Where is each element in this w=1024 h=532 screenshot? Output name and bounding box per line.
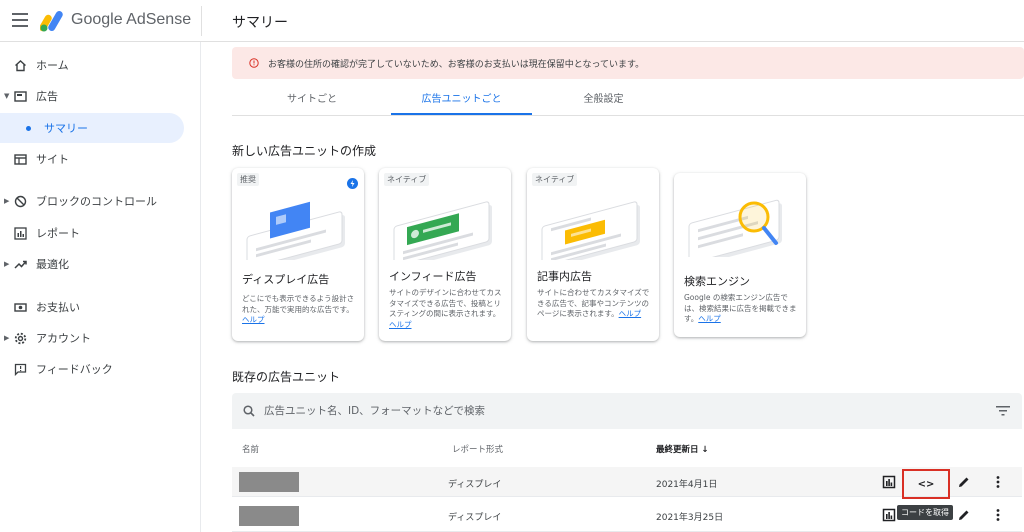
tab-by-site[interactable]: サイトごと <box>232 84 392 115</box>
column-header-report-format: レポート形式 <box>452 445 504 455</box>
sidebar-item-ads[interactable]: ▼ 広告 <box>0 81 200 111</box>
sidebar-item-label: 最適化 <box>36 258 69 271</box>
sidebar-item-home[interactable]: ホーム <box>0 50 200 80</box>
sidebar-item-label: ブロックのコントロール <box>36 195 157 208</box>
ads-icon <box>14 90 27 102</box>
tab-bar: サイトごと 広告ユニットごと 全般設定 <box>232 84 1024 116</box>
last-updated-cell: 2021年3月25日 <box>656 513 724 523</box>
card-title: ディスプレイ広告 <box>242 273 330 286</box>
report-format-cell: ディスプレイ <box>448 513 502 523</box>
sidebar-item-label: サイト <box>36 153 69 166</box>
sidebar-item-block-controls[interactable]: ▶ ブロックのコントロール <box>0 186 200 216</box>
caret-right-icon: ▶ <box>4 334 10 342</box>
sidebar-item-reports[interactable]: レポート <box>0 218 200 248</box>
trending-up-icon <box>14 260 27 269</box>
app-name: Google AdSense <box>71 11 192 28</box>
sidebar-item-label: 広告 <box>36 90 58 103</box>
card-badge: 推奨 <box>237 173 259 186</box>
sidebar-item-feedback[interactable]: フィードバック <box>0 354 200 384</box>
redacted-ad-unit-name <box>239 472 299 492</box>
card-badge: ネイティブ <box>384 173 430 186</box>
search-icon <box>243 405 255 417</box>
help-link[interactable]: ヘルプ <box>242 315 265 324</box>
help-link[interactable]: ヘルプ <box>389 320 412 329</box>
page-title: サマリー <box>232 15 288 31</box>
topbar-divider <box>201 6 202 36</box>
last-updated-cell: 2021年4月1日 <box>656 480 718 490</box>
create-section-title: 新しい広告ユニットの作成 <box>232 144 377 158</box>
sidebar-item-label: アカウント <box>36 332 91 345</box>
column-header-name: 名前 <box>242 445 260 455</box>
sidebar-item-label: サマリー <box>44 122 88 135</box>
sidebar-item-summary[interactable]: サマリー <box>0 113 184 143</box>
search-engine-ad-card[interactable]: 検索エンジン Google の検索エンジン広告では、検索結果に広告を掲載できます… <box>674 173 806 337</box>
in-article-ad-illustration-icon <box>541 201 640 260</box>
get-code-button[interactable]: <> <box>902 469 950 499</box>
sidebar-item-sites[interactable]: サイト <box>0 144 200 174</box>
sidebar-item-label: レポート <box>36 227 80 240</box>
card-description: どこにでも表示できるよう設計された、万能で実用的な広告です。ヘルプ <box>242 294 355 324</box>
report-icon[interactable] <box>882 475 896 489</box>
active-dot-icon <box>26 125 31 131</box>
card-title: 検索エンジン <box>684 275 750 288</box>
adsense-logo-icon <box>40 11 63 32</box>
sidebar-item-label: フィードバック <box>36 363 113 376</box>
sidebar-item-account[interactable]: ▶ アカウント <box>0 323 200 353</box>
alert-text: お客様の住所の確認が完了していないため、お客様のお支払いは現在保留中となっていま… <box>268 59 645 70</box>
sidebar-item-label: お支払い <box>36 301 80 314</box>
error-icon <box>249 58 259 68</box>
block-icon <box>14 195 27 207</box>
table-row[interactable]: ディスプレイ 2021年4月1日 <> <box>232 467 1022 499</box>
report-format-cell: ディスプレイ <box>448 480 502 490</box>
ad-unit-search-input[interactable] <box>264 401 964 421</box>
sidebar-divider <box>200 42 201 532</box>
card-title: 記事内広告 <box>537 270 592 283</box>
sidebar-item-payments[interactable]: お支払い <box>0 292 200 322</box>
card-description: サイトに合わせてカスタマイズできる広告で、記事やコンテンツのページに表示されます… <box>537 288 650 318</box>
card-description: Google の検索エンジン広告では、検索結果に広告を掲載できます。ヘルプ <box>684 293 797 323</box>
in-feed-ad-card[interactable]: ネイティブ インフィード広告 サイトのデザインに合わせてカスタマイズできる広告で… <box>379 168 511 341</box>
help-link[interactable]: ヘルプ <box>619 309 642 318</box>
tab-by-ad-unit[interactable]: 広告ユニットごと <box>391 84 532 115</box>
display-ad-illustration-icon <box>246 201 345 260</box>
menu-icon[interactable] <box>12 13 28 27</box>
payments-icon <box>14 302 27 312</box>
caret-right-icon: ▶ <box>4 197 10 205</box>
help-link[interactable]: ヘルプ <box>698 314 721 323</box>
card-description: サイトのデザインに合わせてカスタマイズできる広告で、投稿とリスティングの間に表示… <box>389 288 502 329</box>
in-feed-ad-illustration-icon <box>393 201 492 260</box>
more-vert-icon[interactable] <box>991 475 1005 489</box>
caret-right-icon: ▶ <box>4 260 10 268</box>
sidebar-item-label: ホーム <box>36 59 69 72</box>
filter-icon[interactable] <box>996 406 1010 416</box>
redacted-ad-unit-name <box>239 506 299 526</box>
caret-down-icon: ▼ <box>4 92 10 100</box>
more-vert-icon[interactable] <box>991 508 1005 522</box>
edit-pencil-icon[interactable] <box>957 475 971 489</box>
get-code-tooltip: コードを取得 <box>897 505 953 520</box>
in-article-ad-card[interactable]: ネイティブ 記事内広告 サイトに合わせてカスタマイズできる広告で、記事やコンテン… <box>527 168 659 341</box>
bolt-icon <box>347 178 358 189</box>
card-badge: ネイティブ <box>532 173 578 186</box>
feedback-icon <box>14 363 27 376</box>
report-icon <box>14 226 27 240</box>
edit-pencil-icon[interactable] <box>957 508 971 522</box>
home-icon <box>15 59 26 71</box>
search-engine-illustration-icon <box>688 199 782 257</box>
card-title: インフィード広告 <box>389 270 477 283</box>
sites-icon <box>14 153 27 165</box>
gear-icon <box>14 332 27 344</box>
column-header-last-updated[interactable]: 最終更新日 ↓ <box>656 443 709 455</box>
ad-unit-search-bar <box>232 393 1022 429</box>
report-icon[interactable] <box>882 508 896 522</box>
sidebar-item-optimization[interactable]: ▶ 最適化 <box>0 249 200 279</box>
top-app-bar: Google AdSense サマリー <box>0 0 1024 42</box>
sidebar-nav: ホーム ▼ 広告 サマリー サイト ▶ ブロックのコントロール レポート ▶ 最… <box>0 43 200 532</box>
existing-section-title: 既存の広告ユニット <box>232 370 341 384</box>
tab-general-settings[interactable]: 全般設定 <box>532 84 675 115</box>
alert-banner: お客様の住所の確認が完了していないため、お客様のお支払いは現在保留中となっていま… <box>232 47 1024 79</box>
display-ad-card[interactable]: 推奨 ディスプレイ広告 どこにでも表示できるよう設計された、万能で実用的な広告で… <box>232 168 364 341</box>
